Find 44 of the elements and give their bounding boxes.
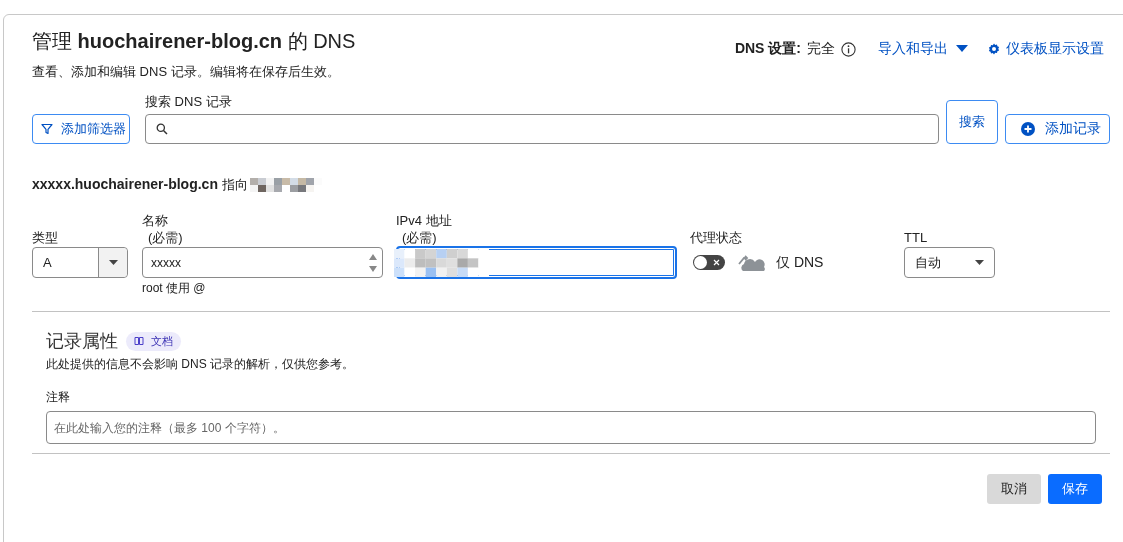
book-icon — [134, 336, 144, 346]
ttl-select[interactable]: 自动 — [904, 247, 995, 278]
required-note: (必需) — [401, 229, 438, 246]
settings-link[interactable]: 仪表板显示设置 — [988, 40, 1104, 58]
type-select[interactable]: A — [32, 247, 128, 278]
section-title: 记录属性 — [46, 330, 118, 352]
caret-icon — [975, 260, 984, 265]
add-record-button[interactable]: 添加记录 — [1005, 114, 1110, 144]
field-label: 代理状态 — [690, 229, 743, 246]
proxy-toggle[interactable] — [693, 255, 725, 270]
settings-icon — [988, 43, 1000, 55]
search-label: 搜索 DNS 记录 — [145, 93, 233, 110]
field-label: 注释 — [46, 389, 71, 406]
filter-icon — [41, 123, 53, 135]
required-note: (必需) — [147, 229, 184, 246]
page-subtitle: 查看、添加和编辑 DNS 记录。编辑将在保存后生效。 — [32, 63, 341, 81]
comment-field[interactable]: 在此处输入您的注释（最多 100 个字符）。 — [46, 411, 1096, 444]
search-field[interactable] — [145, 114, 939, 144]
field-label: 类型 — [32, 229, 59, 246]
save-button[interactable]: 保存 — [1048, 474, 1102, 504]
caret-icon — [108, 260, 118, 265]
dns-setting-value: 完全 — [807, 40, 835, 58]
info-icon — [841, 41, 856, 57]
dns-setting-label: DNS 设置: — [734, 40, 801, 58]
caret-icon — [956, 45, 968, 53]
name-field[interactable]: xxxxx — [142, 247, 383, 278]
search-icon — [156, 123, 168, 135]
ipv4-field[interactable] — [396, 246, 677, 279]
plus-circle-icon — [1021, 122, 1035, 136]
field-label: IPv4 地址 — [396, 212, 453, 229]
search-button[interactable]: 搜索 — [946, 100, 998, 144]
field-label: 名称 — [142, 212, 169, 229]
dropdown-link[interactable]: 导入和导出 — [878, 40, 978, 58]
page-title: 管理 huochairener-blog.cn 的 DNS — [32, 29, 356, 54]
field-label: TTL — [904, 229, 929, 246]
close-icon — [713, 259, 720, 266]
add-filter-button[interactable]: 添加筛选器 — [32, 114, 130, 144]
record-summary: xxxxx.huochairener-blog.cn 指向 — [32, 176, 248, 194]
docs-badge[interactable]: 文档 — [126, 331, 181, 351]
cancel-button[interactable]: 取消 — [987, 474, 1041, 504]
cloud-icon — [737, 254, 765, 271]
proxy-status: 仅 DNS — [776, 253, 824, 272]
section-description: 此处提供的信息不会影响 DNS 记录的解析，仅供您参考。 — [46, 356, 355, 373]
field-hint: root 使用 @ — [142, 280, 207, 297]
